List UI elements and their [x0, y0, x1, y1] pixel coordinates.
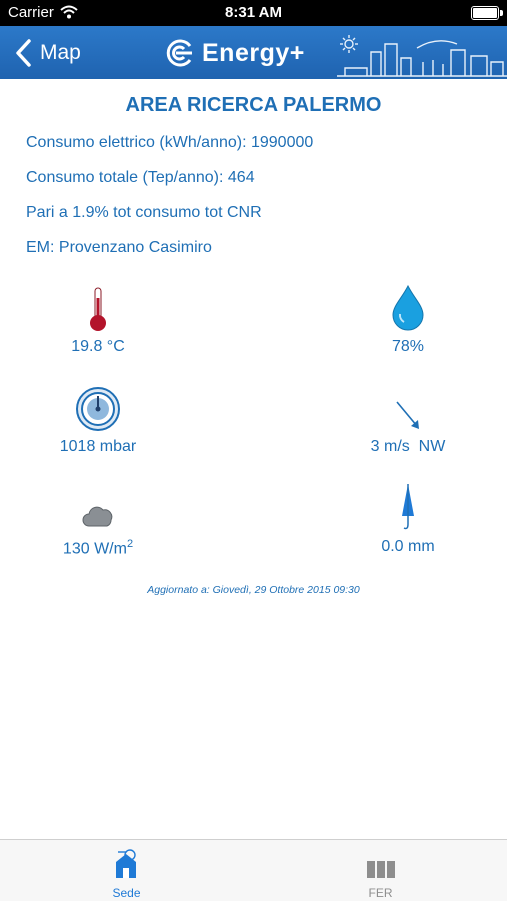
back-button[interactable]: Map — [12, 37, 81, 69]
consumption-share: Pari a 1.9% tot consumo tot CNR — [26, 204, 262, 221]
solar-panels-icon — [366, 861, 395, 878]
back-label: Map — [40, 41, 81, 64]
tab-sede-label: Sede — [112, 886, 141, 900]
tab-bar: Sede FER — [0, 839, 507, 901]
humidity-cell: 78% — [338, 282, 478, 356]
wind-value: 3 m/s NW — [370, 438, 446, 455]
navigation-bar: Map Energy+ — [0, 26, 507, 79]
total-consumption: Consumo totale (Tep/anno): 464 — [26, 169, 255, 186]
umbrella-icon — [402, 484, 414, 530]
energy-manager: EM: Provenzano Casimiro — [26, 239, 212, 256]
cloud-icon — [82, 506, 113, 527]
pressure-cell: 1018 mbar — [28, 382, 168, 456]
chevron-left-icon — [16, 39, 31, 67]
status-bar: Carrier 8:31 AM — [0, 0, 507, 26]
app-brand: Energy+ — [164, 36, 305, 70]
city-skyline-icon — [337, 35, 507, 77]
area-title: AREA RICERCA PALERMO — [125, 94, 382, 116]
electric-consumption: Consumo elettrico (kWh/anno): 1990000 — [26, 134, 314, 151]
wind-direction-arrow-icon — [396, 401, 419, 429]
cnr-logo-icon — [166, 39, 192, 67]
radiation-cell: 130 W/m2 — [28, 482, 168, 558]
rain-cell: 0.0 mm — [338, 482, 478, 556]
tab-fer-label: FER — [368, 886, 393, 900]
thermometer-icon — [90, 287, 106, 331]
rain-value: 0.0 mm — [381, 538, 435, 555]
last-updated: Aggiornato a: Giovedì, 29 Ottobre 2015 0… — [147, 584, 360, 596]
building-site-icon — [115, 849, 136, 878]
app-title: Energy+ — [202, 38, 305, 67]
barometer-icon — [76, 387, 120, 431]
temperature-value: 19.8 °C — [71, 338, 125, 355]
radiation-exponent: 2 — [126, 538, 134, 550]
radiation-value: 130 W/m2 — [62, 538, 134, 558]
tab-sede[interactable]: Sede — [0, 840, 253, 901]
clock: 8:31 AM — [225, 4, 282, 21]
water-drop-icon — [392, 284, 424, 331]
battery-icon — [471, 6, 503, 20]
pressure-value: 1018 mbar — [59, 438, 137, 455]
tab-fer[interactable]: FER — [254, 840, 507, 901]
humidity-value: 78% — [391, 338, 425, 355]
wind-cell: 3 m/s NW — [338, 382, 478, 456]
temperature-cell: 19.8 °C — [28, 282, 168, 356]
